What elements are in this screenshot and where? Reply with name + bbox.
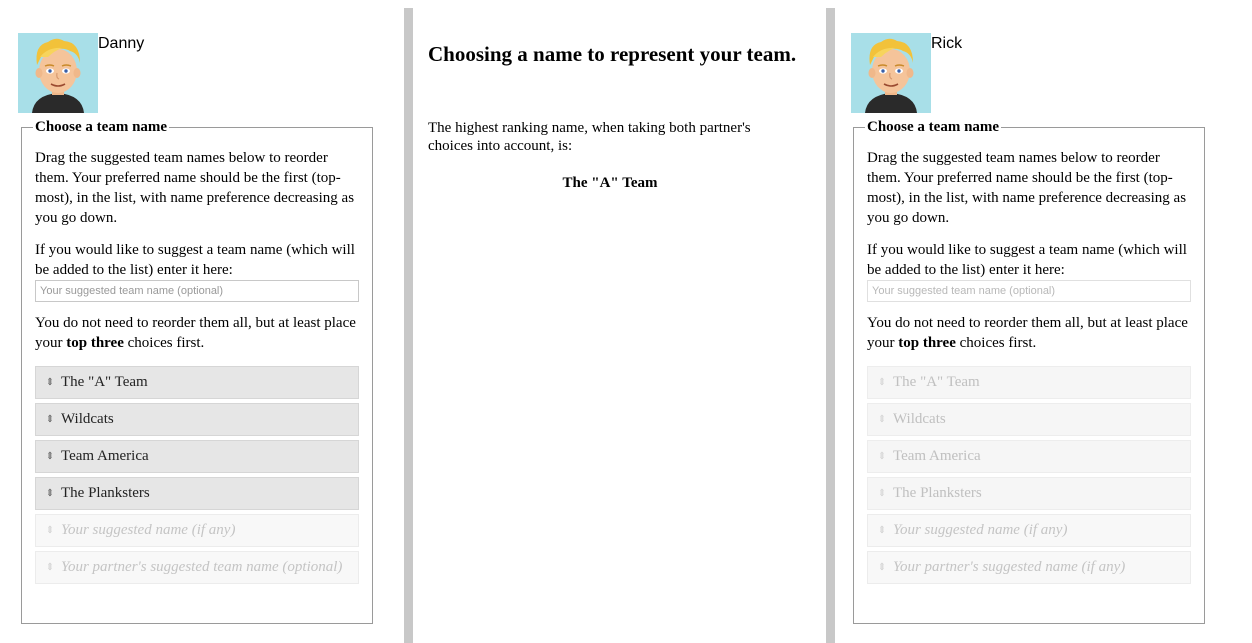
panel-divider-left — [404, 8, 413, 643]
team-name-label: The Planksters — [61, 485, 150, 501]
up-down-arrows-icon: ⇕ — [45, 525, 55, 536]
team-name-sortable-list: ⇕ The "A" Team ⇕ Wildcats ⇕ Team America ⇕ T… — [35, 366, 359, 584]
sortable-team-name-item: ⇕ Wildcats — [867, 403, 1191, 436]
team-name-label: The "A" Team — [893, 374, 980, 390]
left-player-panel: Danny Choose a team name Drag the sugges… — [18, 0, 388, 643]
reorder-note-end: choices first. — [123, 335, 205, 351]
suggest-team-name-input[interactable] — [867, 280, 1191, 302]
team-name-sortable-list: ⇕ The "A" Team ⇕ Wildcats ⇕ Team America ⇕ T… — [867, 366, 1191, 584]
result-panel: Choosing a name to represent your team. … — [428, 0, 818, 643]
suggest-team-name-input[interactable] — [35, 280, 359, 302]
up-down-arrows-icon: ⇕ — [877, 488, 887, 499]
team-name-label: The "A" Team — [61, 374, 148, 390]
suggest-prompt: If you would like to suggest a team name… — [35, 242, 355, 278]
up-down-arrows-icon: ⇕ — [45, 488, 55, 499]
sortable-team-name-item[interactable]: ⇕ Team America — [35, 440, 359, 473]
fieldset-legend: Choose a team name — [867, 119, 1000, 135]
up-down-arrows-icon: ⇕ — [877, 414, 887, 425]
team-name-label: Your suggested name (if any) — [893, 522, 1068, 538]
suggest-prompt: If you would like to suggest a team name… — [867, 242, 1187, 278]
suggested-name-placeholder-item: ⇕ Your suggested name (if any) — [35, 514, 359, 547]
player-name: Rick — [931, 35, 963, 52]
up-down-arrows-icon: ⇕ — [877, 562, 887, 573]
reorder-note: You do not need to reorder them all, but… — [867, 313, 1191, 353]
page-title: Choosing a name to represent your team. — [428, 42, 797, 66]
team-name-label: Wildcats — [893, 411, 946, 427]
player-name: Danny — [98, 35, 145, 52]
sortable-team-name-item: ⇕ The Planksters — [867, 477, 1191, 510]
up-down-arrows-icon: ⇕ — [877, 451, 887, 462]
team-name-label: Team America — [893, 448, 981, 464]
reorder-note: You do not need to reorder them all, but… — [35, 313, 359, 353]
team-name-fieldset: Choose a team name Drag the suggested te… — [21, 119, 373, 624]
instructions-text: Drag the suggested team names below to r… — [867, 150, 1187, 226]
avatar — [851, 33, 931, 113]
suggested-name-placeholder-item: ⇕ Your suggested name (if any) — [867, 514, 1191, 547]
result-description: The highest ranking name, when taking bo… — [428, 120, 751, 154]
team-name-label: Your suggested name (if any) — [61, 522, 236, 538]
sortable-team-name-item: ⇕ The "A" Team — [867, 366, 1191, 399]
team-name-label: The Planksters — [893, 485, 982, 501]
team-name-label: Your partner's suggested team name (opti… — [61, 559, 343, 575]
partner-name-placeholder-item: ⇕ Your partner's suggested name (if any) — [867, 551, 1191, 584]
reorder-note-bold: top three — [898, 335, 956, 351]
panel-divider-right — [826, 8, 835, 643]
right-player-panel: Rick Choose a team name Drag the suggest… — [851, 0, 1221, 643]
up-down-arrows-icon: ⇕ — [45, 377, 55, 388]
sortable-team-name-item[interactable]: ⇕ The Planksters — [35, 477, 359, 510]
reorder-note-bold: top three — [66, 335, 124, 351]
team-name-fieldset: Choose a team name Drag the suggested te… — [853, 119, 1205, 624]
sortable-team-name-item: ⇕ Team America — [867, 440, 1191, 473]
team-name-label: Your partner's suggested name (if any) — [893, 559, 1126, 575]
avatar — [18, 33, 98, 113]
up-down-arrows-icon: ⇕ — [877, 525, 887, 536]
sortable-team-name-item[interactable]: ⇕ The "A" Team — [35, 366, 359, 399]
reorder-note-end: choices first. — [955, 335, 1037, 351]
up-down-arrows-icon: ⇕ — [45, 414, 55, 425]
up-down-arrows-icon: ⇕ — [877, 377, 887, 388]
sortable-team-name-item[interactable]: ⇕ Wildcats — [35, 403, 359, 436]
team-name-label: Team America — [61, 448, 149, 464]
up-down-arrows-icon: ⇕ — [45, 562, 55, 573]
instructions-text: Drag the suggested team names below to r… — [35, 150, 355, 226]
fieldset-legend: Choose a team name — [35, 119, 168, 135]
up-down-arrows-icon: ⇕ — [45, 451, 55, 462]
team-name-label: Wildcats — [61, 411, 114, 427]
winning-team-name: The "A" Team — [562, 175, 658, 191]
partner-name-placeholder-item: ⇕ Your partner's suggested team name (opt… — [35, 551, 359, 584]
